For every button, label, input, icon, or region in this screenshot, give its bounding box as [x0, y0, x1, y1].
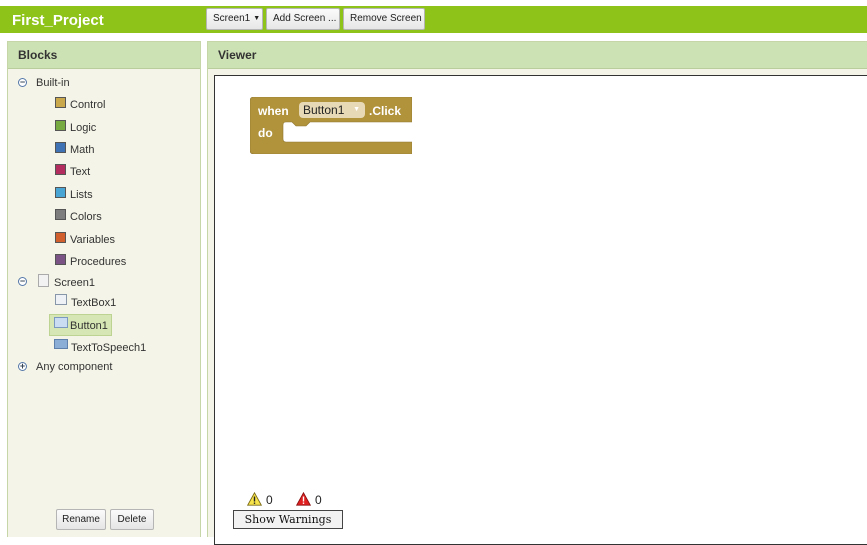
- screen-icon: [38, 274, 49, 287]
- drawer-variables[interactable]: Variables: [70, 233, 115, 247]
- top-bar: First_Project Screen1 ▼ Add Screen ... Re…: [0, 0, 867, 37]
- tree-any-component[interactable]: Any component: [36, 360, 112, 374]
- drawer-control[interactable]: Control: [70, 98, 105, 112]
- viewer-header: Viewer: [208, 42, 867, 69]
- error-count: 0: [315, 493, 322, 507]
- error-icon[interactable]: [296, 492, 311, 506]
- component-dropdown-label: Button1: [303, 103, 345, 117]
- rename-button[interactable]: Rename: [56, 509, 106, 530]
- component-dropdown[interactable]: Button1 ▼: [299, 102, 365, 118]
- block-do-label: do: [258, 126, 273, 140]
- tree-builtin[interactable]: Built-in: [36, 76, 70, 90]
- show-warnings-button[interactable]: Show Warnings: [233, 510, 343, 529]
- drawer-texttospeech1[interactable]: TextToSpeech1: [71, 341, 146, 355]
- collapse-icon[interactable]: −: [18, 78, 27, 87]
- drawer-button1[interactable]: Button1: [70, 319, 108, 333]
- procedures-color-icon: [55, 254, 66, 265]
- control-color-icon: [55, 97, 66, 108]
- blocks-panel: Blocks: [7, 41, 201, 537]
- drawer-colors[interactable]: Colors: [70, 210, 102, 224]
- drawer-text[interactable]: Text: [70, 165, 90, 179]
- remove-screen-button[interactable]: Remove Screen: [343, 8, 425, 30]
- project-title: First_Project: [12, 12, 104, 29]
- textbox-icon: [55, 294, 67, 305]
- drawer-lists[interactable]: Lists: [70, 188, 93, 202]
- speech-icon: [54, 339, 68, 349]
- logic-color-icon: [55, 120, 66, 131]
- collapse-icon[interactable]: −: [18, 277, 27, 286]
- dropdown-arrow-icon: ▼: [353, 106, 360, 113]
- delete-button[interactable]: Delete: [110, 509, 154, 530]
- variables-color-icon: [55, 232, 66, 243]
- tree-screen1[interactable]: Screen1: [54, 276, 95, 290]
- chevron-down-icon: ▼: [253, 15, 261, 22]
- title-bar: [0, 6, 867, 33]
- drawer-math[interactable]: Math: [70, 143, 94, 157]
- screen-selector-label: Screen1: [213, 13, 251, 24]
- button-icon: [54, 317, 68, 328]
- drawer-logic[interactable]: Logic: [70, 121, 96, 135]
- math-color-icon: [55, 142, 66, 153]
- add-screen-button[interactable]: Add Screen ...: [266, 8, 340, 30]
- expand-icon[interactable]: +: [18, 362, 27, 371]
- blocks-header: Blocks: [8, 42, 200, 69]
- warning-count: 0: [266, 493, 273, 507]
- text-color-icon: [55, 164, 66, 175]
- screen-selector-button[interactable]: Screen1 ▼: [206, 8, 263, 30]
- warning-icon[interactable]: [247, 492, 262, 506]
- block-event-label: .Click: [369, 104, 402, 118]
- drawer-procedures[interactable]: Procedures: [70, 255, 126, 269]
- drawer-textbox1[interactable]: TextBox1: [71, 296, 116, 310]
- colors-color-icon: [55, 209, 66, 220]
- lists-color-icon: [55, 187, 66, 198]
- block-when-label: when: [258, 104, 289, 118]
